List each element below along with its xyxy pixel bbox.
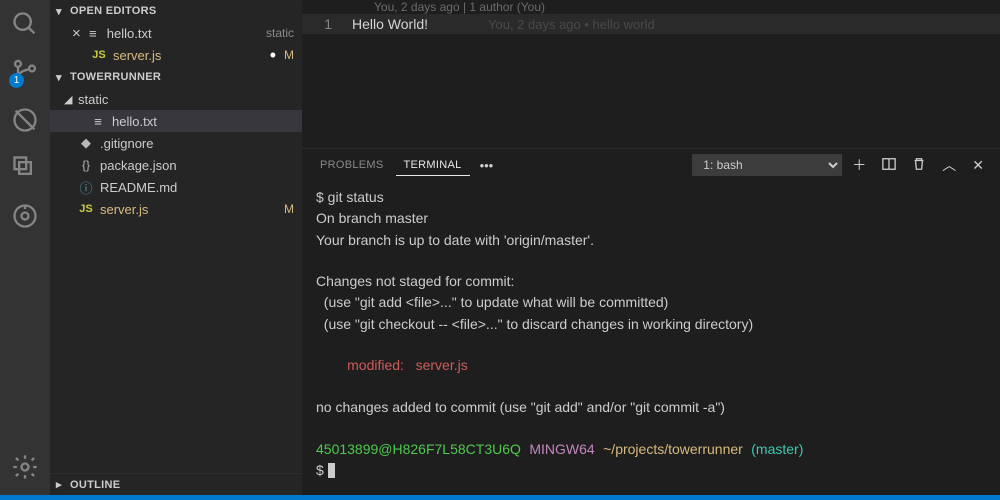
file-name: hello.txt [107,26,260,41]
tab-problems[interactable]: PROBLEMS [312,155,392,175]
status-bar[interactable] [0,495,1000,500]
file-name: README.md [100,180,294,195]
debug-icon[interactable] [11,106,39,134]
project-title: TOWERRUNNER [70,71,161,83]
close-panel-icon[interactable]: ✕ [966,157,990,174]
prompt-sys: MINGW64 [529,441,594,457]
prompt-user: 45013899@H826F7L58CT3U6Q [316,441,521,457]
settings-icon[interactable] [11,453,39,481]
file-name: server.js [113,48,280,63]
tree-file[interactable]: ◆ .gitignore [50,132,302,154]
terminal-line: (use "git checkout -- <file>..." to disc… [316,316,753,332]
terminal-selector[interactable]: 1: bash [692,154,842,176]
bottom-panel: PROBLEMS TERMINAL ••• 1: bash ＋ ︿ ✕ $ gi… [302,148,1000,495]
file-name: package.json [100,158,294,173]
chevron-down-icon: ◢ [64,93,72,106]
terminal-line: modified: server.js [316,357,468,373]
editor-line[interactable]: 1 Hello World! You, 2 days ago • hello w… [302,14,1000,34]
tree-file[interactable]: JS server.js M [50,198,302,220]
open-editors-title: OPEN EDITORS [70,5,157,17]
prompt-path: ~/projects/towerrunner [603,441,743,457]
panel-tabs: PROBLEMS TERMINAL ••• 1: bash ＋ ︿ ✕ [302,149,1000,181]
maximize-panel-icon[interactable]: ︿ [936,155,962,175]
editor-area: You, 2 days ago | 1 author (You) 1 Hello… [302,0,1000,495]
gitlens-icon[interactable] [11,202,39,230]
open-editor-item[interactable]: • JS server.js M [50,44,302,66]
line-text: Hello World! [352,16,428,32]
file-icon: JS [91,49,107,61]
file-icon: {} [78,158,94,172]
terminal[interactable]: $ git status On branch master Your branc… [302,181,1000,495]
file-desc: static [266,26,294,40]
open-editors-header[interactable]: ▾ OPEN EDITORS [50,0,302,22]
sidebar: ▾ OPEN EDITORS × ≡ hello.txt static • JS … [50,0,302,495]
activity-bar: 1 [0,0,50,495]
tab-terminal[interactable]: TERMINAL [396,155,470,176]
gitlens-blame: You, 2 days ago | 1 author (You) [302,0,1000,14]
chevron-down-icon: ▾ [56,71,62,84]
file-icon: ≡ [85,26,101,41]
open-editor-item[interactable]: × ≡ hello.txt static [50,22,302,44]
close-icon[interactable]: × [72,25,81,42]
terminal-line: On branch master [316,210,428,226]
file-name: .gitignore [100,136,294,151]
new-terminal-icon[interactable]: ＋ [846,155,872,175]
file-icon: ⓘ [78,178,94,197]
search-icon[interactable] [11,10,39,38]
tree-file[interactable]: ⓘ README.md [50,176,302,198]
terminal-cursor [328,463,335,478]
split-terminal-icon[interactable] [876,157,902,174]
file-icon: JS [78,203,94,215]
chevron-right-icon: ▸ [56,478,62,491]
terminal-line: Changes not staged for commit: [316,273,514,289]
file-icon: ≡ [90,114,106,129]
outline-title: OUTLINE [70,479,120,491]
extensions-icon[interactable] [11,154,39,182]
file-name: server.js [100,202,280,217]
tree-file[interactable]: {} package.json [50,154,302,176]
file-icon: ◆ [78,135,94,151]
tree-folder[interactable]: ◢ static [50,88,302,110]
tree-file[interactable]: ≡ hello.txt [50,110,302,132]
line-number: 1 [302,16,352,32]
panel-more-icon[interactable]: ••• [474,158,500,173]
terminal-line: $ git status [316,189,384,205]
prompt-symbol: $ [316,462,328,478]
terminal-line: Your branch is up to date with 'origin/m… [316,232,594,248]
scm-badge: 1 [9,73,24,88]
chevron-down-icon: ▾ [56,5,62,18]
modified-badge: M [284,202,294,216]
modified-badge: M [284,48,294,62]
terminal-line: (use "git add <file>..." to update what … [316,294,668,310]
prompt-branch: (master) [751,441,803,457]
folder-name: static [78,92,294,107]
outline-header[interactable]: ▸ OUTLINE [50,473,302,495]
inline-blame: You, 2 days ago • hello world [488,17,655,32]
kill-terminal-icon[interactable] [906,157,932,174]
terminal-line: no changes added to commit (use "git add… [316,399,725,415]
project-header[interactable]: ▾ TOWERRUNNER [50,66,302,88]
source-control-icon[interactable]: 1 [11,58,39,86]
file-name: hello.txt [112,114,294,129]
editor-pane[interactable]: You, 2 days ago | 1 author (You) 1 Hello… [302,0,1000,148]
